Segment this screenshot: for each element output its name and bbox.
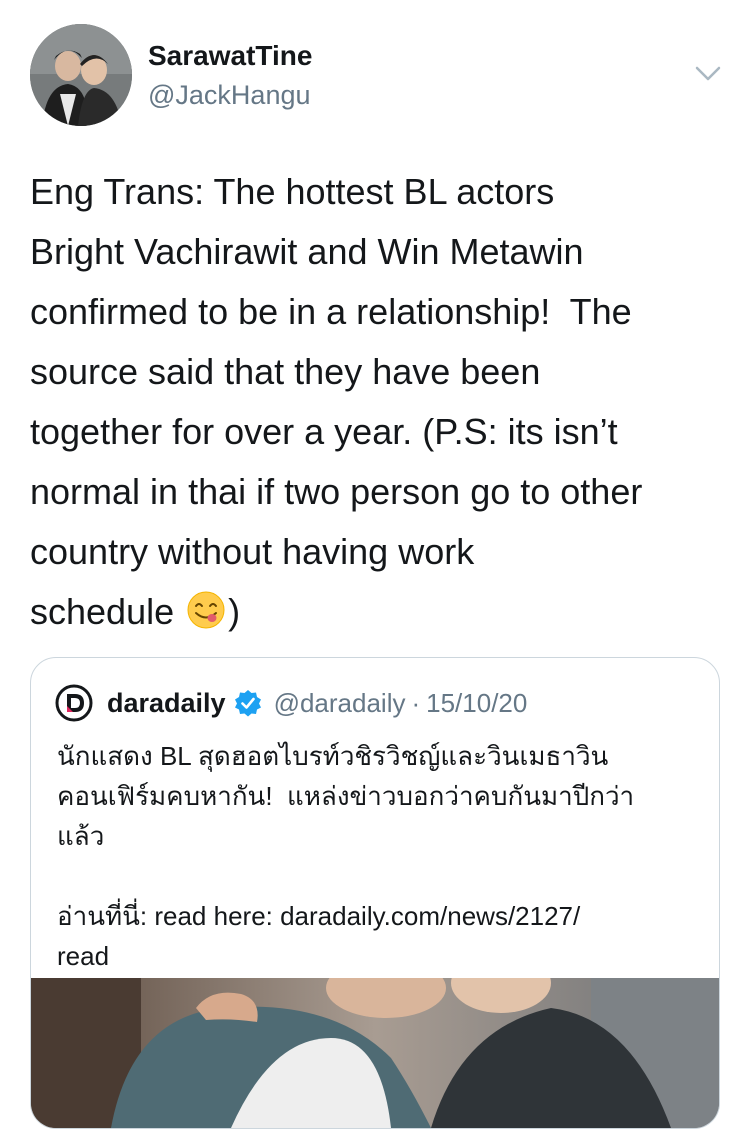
tweet-body: Eng Trans: The hottest BL actors Bright … (30, 171, 643, 632)
tweet-text: Eng Trans: The hottest BL actors Bright … (30, 162, 730, 642)
author-handle[interactable]: @JackHangu (148, 80, 311, 111)
quoted-date: 15/10/20 (426, 687, 528, 718)
daradaily-logo (55, 684, 93, 722)
tweet-text-end: ) (228, 591, 241, 632)
quoted-tweet-header: daradaily @daradaily · 15/10/20 (55, 683, 527, 723)
avatar[interactable] (30, 24, 132, 126)
separator-dot: · (411, 687, 421, 718)
chevron-down-icon[interactable] (694, 64, 722, 84)
quoted-author-handle: @daradaily (273, 687, 406, 718)
face-savoring-food-emoji (187, 591, 225, 629)
quoted-tweet-text: นักแสดง BL สุดฮอตไบรท์วชิรวิชญ์และวินเมธ… (57, 741, 635, 971)
quoted-author-name: daradaily (107, 687, 226, 718)
quoted-tweet[interactable]: daradaily @daradaily · 15/10/20 นักแสดง … (30, 657, 720, 1129)
author-name[interactable]: SarawatTine (148, 40, 312, 72)
verified-badge-icon (234, 690, 261, 717)
quoted-tweet-image[interactable] (31, 978, 719, 1128)
